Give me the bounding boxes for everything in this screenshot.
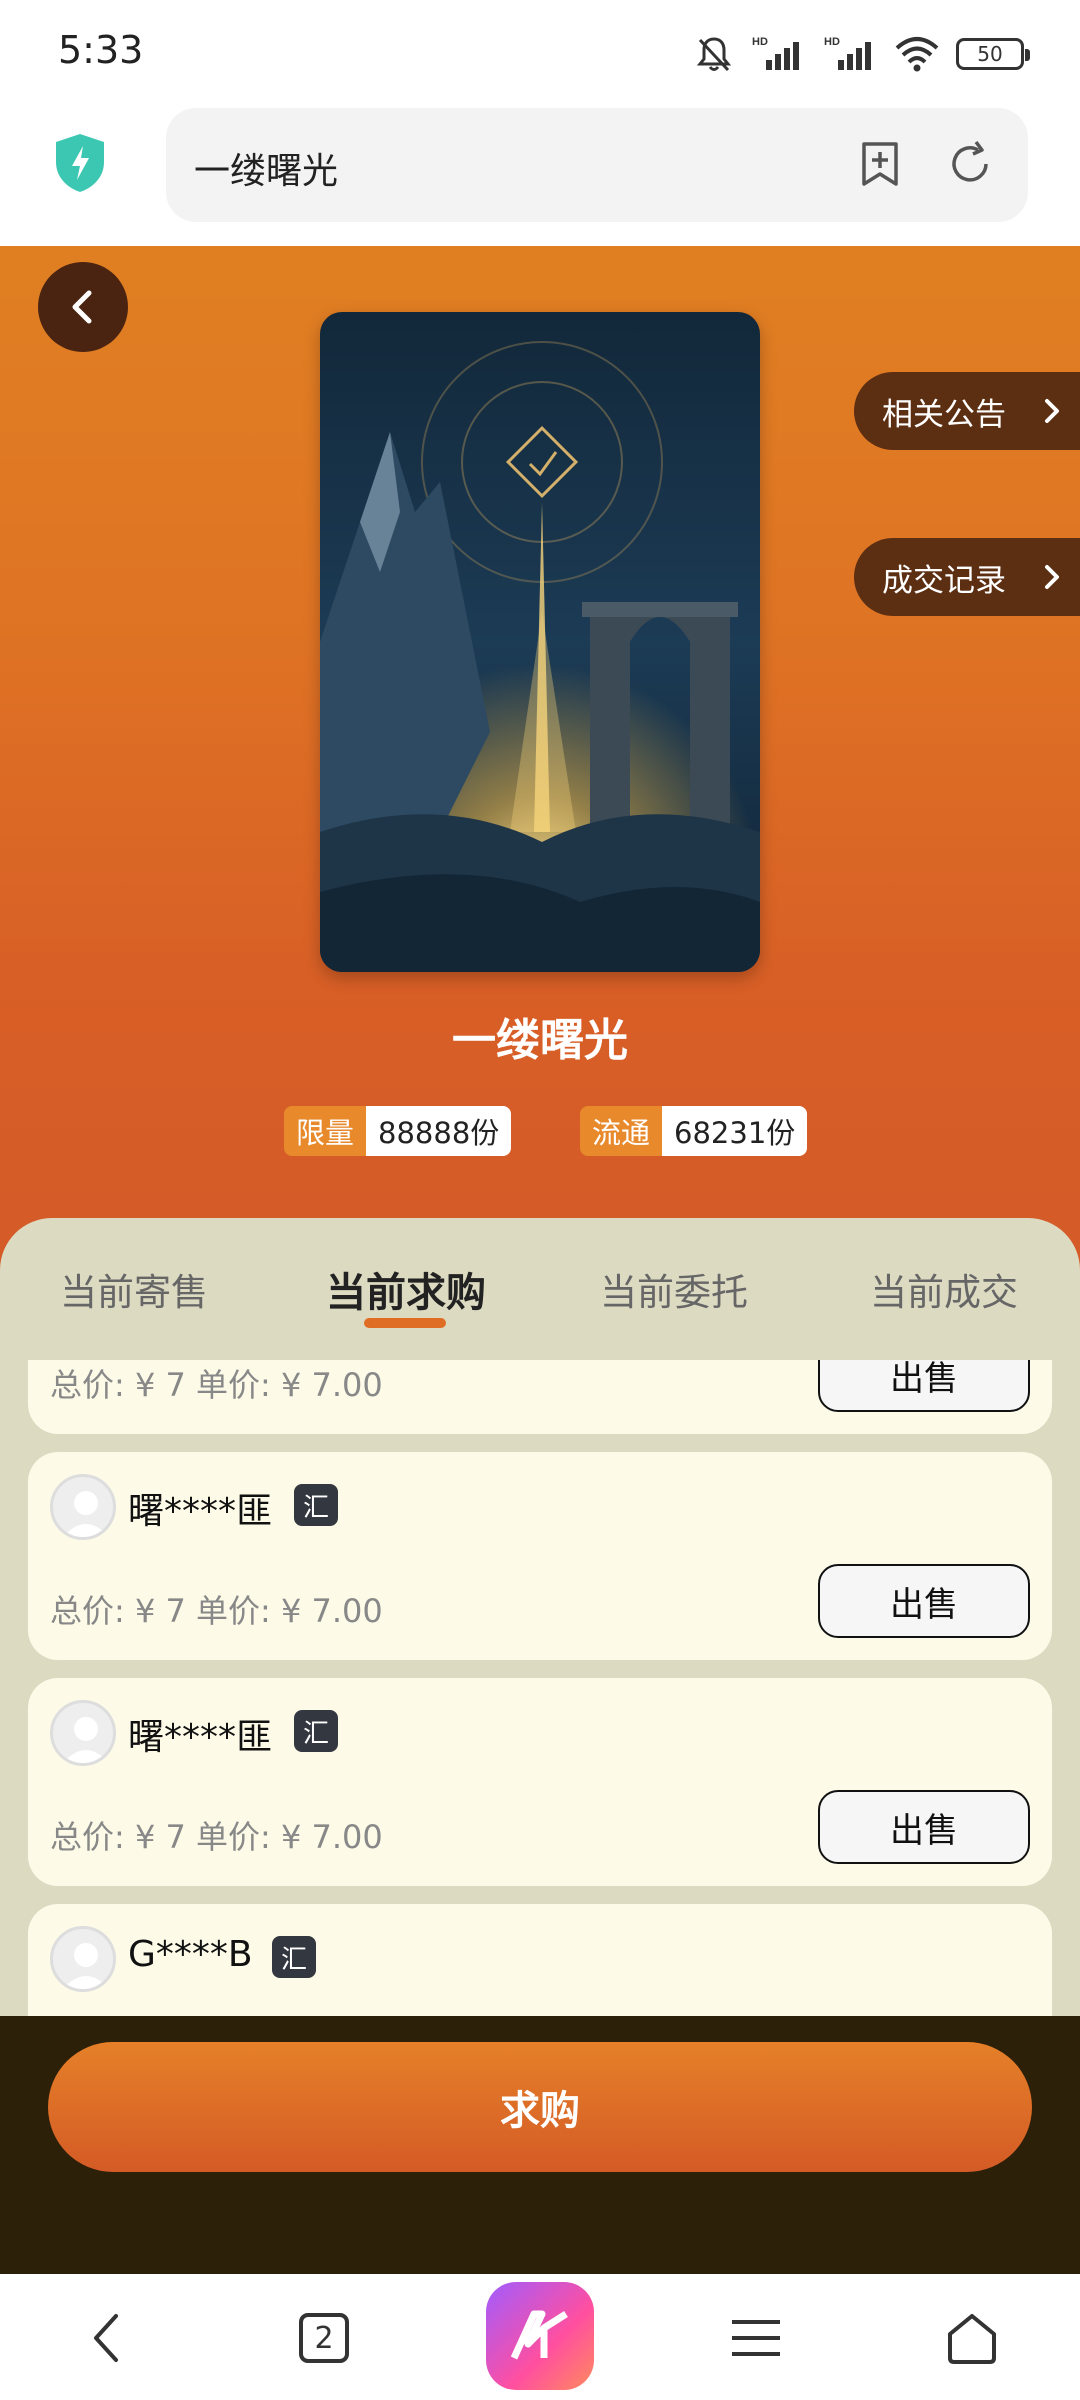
user-avatar-icon [50,1474,116,1540]
trade-records-button[interactable]: 成交记录 [854,538,1080,616]
tab-current-buy-orders[interactable]: 当前求购 [326,1260,486,1318]
url-text[interactable]: 一缕曙光 [194,142,338,194]
status-icons: HD HD 50 [694,30,1030,78]
badge: 汇 [294,1710,338,1752]
sell-button[interactable]: 出售 [818,1360,1030,1412]
home-button[interactable] [932,2298,1012,2378]
wifi-icon [895,37,939,72]
battery-icon: 50 [956,38,1030,70]
signal-icon: HD [752,36,799,70]
status-time: 5:33 [58,28,144,72]
network-label-2: HD [824,36,840,48]
tab-current-consignment[interactable]: 当前寄售 [60,1262,208,1316]
sell-button[interactable]: 出售 [818,1564,1030,1638]
refresh-icon[interactable] [942,136,998,192]
bottom-action-bar: 求购 [0,2016,1080,2274]
menu-button[interactable] [716,2298,796,2378]
trade-records-label: 成交记录 [882,562,1006,599]
back-arrow-icon [72,290,92,324]
tab-current-entrusted[interactable]: 当前委托 [600,1262,748,1316]
order-price: 总价: ¥ 7 单价: ¥ 7.00 [50,1366,383,1404]
tabs-icon: 2 [299,2313,349,2363]
chevron-right-icon [1045,565,1059,589]
chevron-right-icon [1045,399,1059,423]
tabs-button[interactable]: 2 [284,2298,364,2378]
list-item: 曙****匪 汇 总价: ¥ 7 单价: ¥ 7.00 出售 [28,1678,1052,1886]
buy-order-list[interactable]: 总价: ¥ 7 单价: ¥ 7.00 出售 曙****匪 汇 总价: ¥ 7 单… [0,1360,1080,2018]
order-price: 总价: ¥ 7 单价: ¥ 7.00 [50,1592,383,1630]
buy-request-button[interactable]: 求购 [48,2042,1032,2172]
nav-back-icon [94,2314,118,2362]
shield-bolt-icon[interactable] [52,132,108,194]
limit-tag: 限量 88888份 [284,1106,512,1156]
bookmark-add-icon[interactable] [852,136,908,192]
battery-level: 50 [977,42,1003,66]
announcements-button[interactable]: 相关公告 [854,372,1080,450]
user-avatar-icon [50,1926,116,1992]
menu-icon [732,2320,780,2356]
list-item: 总价: ¥ 7 单价: ¥ 7.00 出售 [28,1360,1052,1434]
tab-current-deals[interactable]: 当前成交 [870,1262,1018,1316]
collectible-hero: 相关公告 成交记录 一缕曙光 限量 88888份 流通 68231份 [0,246,1080,1296]
network-label-1: HD [752,36,768,48]
browser-nav-bar: 2 [0,2274,1080,2400]
app-logo-icon[interactable] [486,2282,594,2390]
status-bar: 5:33 HD HD 50 [0,0,1080,100]
badge: 汇 [294,1484,338,1526]
browser-bar: 一缕曙光 [0,100,1080,246]
user-avatar-icon [50,1700,116,1766]
order-price: 总价: ¥ 7 单价: ¥ 7.00 [50,1818,383,1856]
limit-label: 限量 [284,1106,367,1156]
tab-bar: 当前寄售 当前求购 当前委托 当前成交 [0,1218,1080,1360]
address-bar[interactable]: 一缕曙光 [166,108,1028,222]
sell-button[interactable]: 出售 [818,1790,1030,1864]
user-name: 曙****匪 [128,1717,273,1758]
collectible-title: 一缕曙光 [452,1015,628,1066]
signal-icon: HD [824,36,871,70]
active-tab-indicator [364,1318,446,1328]
circulation-label: 流通 [580,1106,663,1156]
collectible-artwork [320,312,760,972]
nav-back-button[interactable] [66,2298,146,2378]
badge: 汇 [272,1936,316,1978]
back-button[interactable] [38,262,128,352]
announcements-label: 相关公告 [882,396,1006,433]
user-name: 曙****匪 [128,1491,273,1532]
logo-mark [510,2310,568,2360]
list-item: G****B 汇 [28,1904,1052,2018]
home-icon [948,2314,996,2364]
circulation-value: 68231份 [662,1106,808,1156]
orders-panel: 当前寄售 当前求购 当前委托 当前成交 总价: ¥ 7 单价: ¥ 7.00 出… [0,1218,1080,2018]
user-name: G****B [128,1934,253,1975]
artwork-illustration [320,312,760,972]
list-item: 曙****匪 汇 总价: ¥ 7 单价: ¥ 7.00 出售 [28,1452,1052,1660]
notifications-off-icon [696,37,732,72]
limit-value: 88888份 [366,1106,512,1156]
circulation-tag: 流通 68231份 [580,1106,808,1156]
